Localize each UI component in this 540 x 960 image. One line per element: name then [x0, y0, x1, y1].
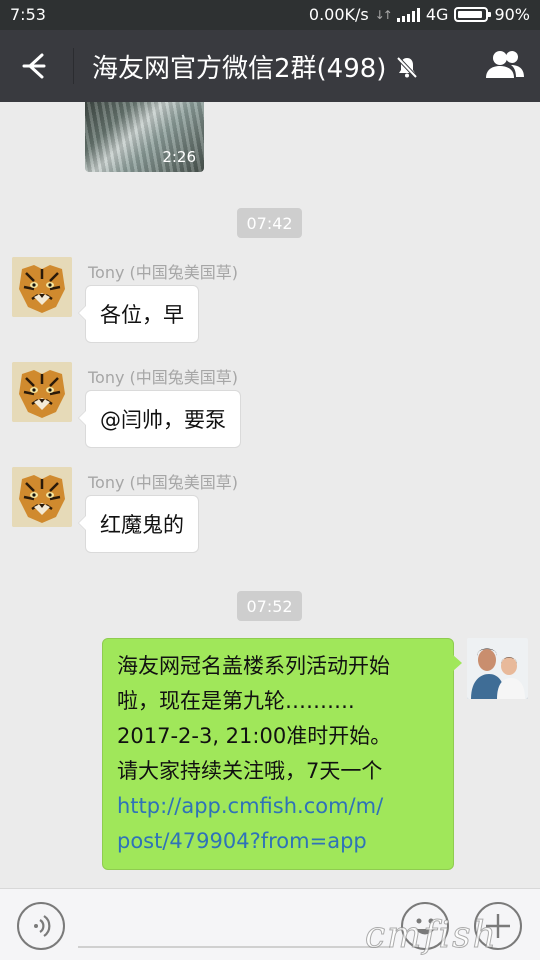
sent-message-bubble[interactable]: 海友网冠名盖楼系列活动开始 啦，现在是第九轮………. 2017-2-3, 21:…	[102, 638, 462, 870]
chat-header: 海友网官方微信2群(498)	[0, 30, 540, 102]
tiger-face-icon	[12, 467, 72, 527]
received-message-bubble[interactable]: @闫帅，要泵	[78, 390, 241, 448]
timestamp-badge: 07:52	[237, 591, 302, 621]
timestamp-badge: 07:42	[237, 208, 302, 238]
message-line: 啦，现在是第九轮……….	[117, 689, 355, 713]
status-bar: 7:53 0.00K/s ↓↑ 4G 90%	[0, 0, 540, 30]
group-members-icon[interactable]	[484, 46, 526, 86]
message-list[interactable]: 2:26 07:42 Tony (中国兔美国草) 各位，早 Tony (中国兔美…	[0, 102, 540, 888]
message-input[interactable]	[78, 946, 390, 948]
received-message-bubble[interactable]: 各位，早	[78, 285, 199, 343]
video-message-thumbnail[interactable]: 2:26	[85, 102, 204, 172]
network-speed: 0.00K/s	[308, 5, 369, 24]
message-link[interactable]: http://app.cmfish.com/m/	[117, 789, 445, 824]
tiger-face-icon	[12, 257, 72, 317]
header-divider	[73, 48, 74, 84]
signal-icon	[396, 7, 420, 22]
sender-avatar[interactable]	[12, 362, 72, 422]
network-type: 4G	[425, 5, 449, 24]
voice-icon[interactable]	[17, 902, 65, 950]
sender-avatar[interactable]	[12, 257, 72, 317]
watermark-logo: cmfish	[365, 915, 498, 957]
battery-icon	[454, 7, 492, 22]
chat-title-text: 海友网官方微信2群(498)	[92, 54, 387, 84]
message-line: 2017-2-3, 21:00准时开始。	[117, 724, 392, 748]
data-activity-icon: ↓↑	[374, 7, 393, 22]
message-line: 请大家持续关注哦，7天一个	[117, 759, 383, 783]
sender-name: Tony (中国兔美国草)	[88, 263, 239, 282]
message-line: 海友网冠名盖楼系列活动开始	[117, 654, 390, 678]
user-photo-icon	[467, 638, 528, 699]
tiger-face-icon	[12, 362, 72, 422]
battery-level: 90%	[494, 5, 530, 24]
muted-bell-icon	[394, 54, 420, 87]
received-message-bubble[interactable]: 红魔鬼的	[78, 495, 199, 553]
status-time: 7:53	[10, 5, 46, 24]
video-duration: 2:26	[162, 148, 196, 166]
message-link[interactable]: post/479904?from=app	[117, 824, 445, 859]
my-avatar[interactable]	[467, 638, 528, 699]
sender-name: Tony (中国兔美国草)	[88, 368, 239, 387]
back-arrow-icon[interactable]	[16, 46, 56, 86]
sender-avatar[interactable]	[12, 467, 72, 527]
status-indicators: 0.00K/s ↓↑ 4G 90%	[309, 5, 530, 24]
sender-name: Tony (中国兔美国草)	[88, 473, 239, 492]
chat-title: 海友网官方微信2群(498)	[92, 48, 420, 87]
